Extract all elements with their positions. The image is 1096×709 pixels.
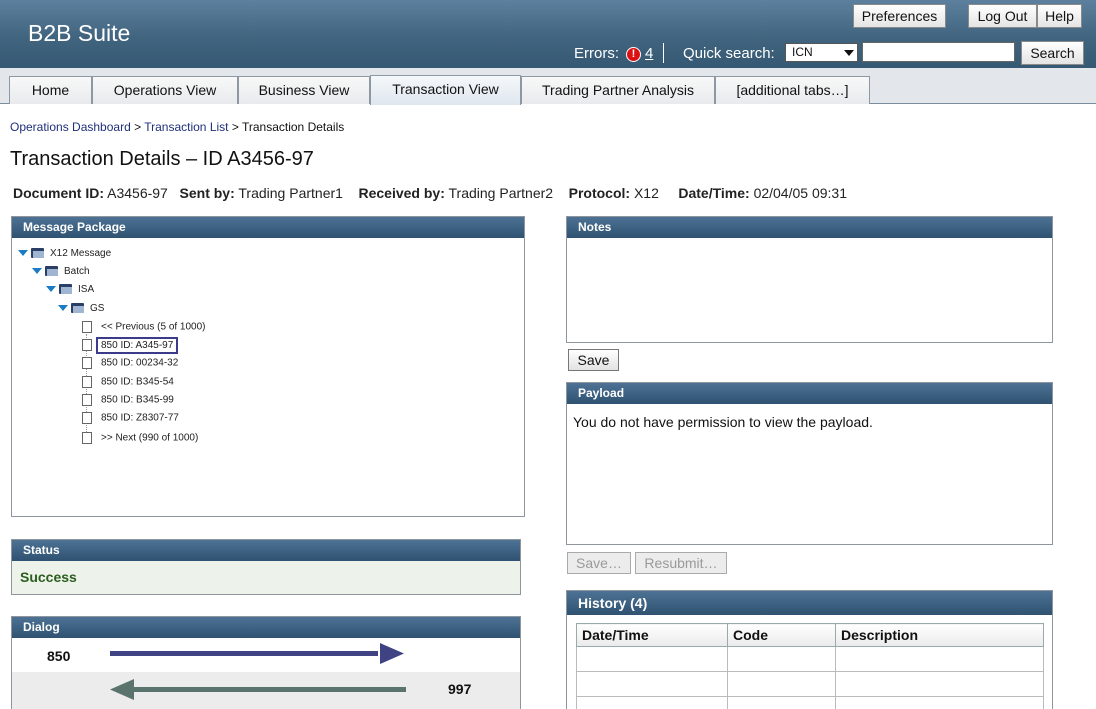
expand-triangle-icon[interactable] bbox=[32, 268, 42, 275]
tab-transaction-view[interactable]: Transaction View bbox=[370, 75, 521, 105]
help-button[interactable]: Help bbox=[1037, 4, 1082, 28]
app-title: B2B Suite bbox=[28, 20, 131, 46]
document-icon bbox=[82, 357, 92, 369]
transaction-meta: Document ID: A3456-97 Sent by: Trading P… bbox=[13, 185, 847, 201]
notes-title: Notes bbox=[567, 217, 1052, 238]
error-alert-icon: ! bbox=[626, 47, 641, 62]
quick-search-input[interactable] bbox=[862, 42, 1015, 62]
dialog-outgoing-label: 850 bbox=[47, 648, 71, 664]
quick-search-type-select[interactable]: ICN bbox=[785, 43, 858, 62]
tree-node-item[interactable]: 850 ID: A345-97 bbox=[82, 336, 179, 355]
status-title: Status bbox=[12, 540, 520, 561]
protocol-value: X12 bbox=[633, 185, 659, 201]
expand-triangle-icon[interactable] bbox=[18, 250, 28, 257]
breadcrumb: Operations Dashboard > Transaction List … bbox=[10, 120, 344, 134]
tree-node-next[interactable]: >> Next (990 of 1000) bbox=[82, 432, 198, 448]
breadcrumb-current: Transaction Details bbox=[241, 120, 345, 134]
tree-node-batch[interactable]: Batch bbox=[32, 266, 90, 282]
tab-additional[interactable]: [additional tabs…] bbox=[715, 76, 870, 104]
sent-by-value: Trading Partner1 bbox=[238, 185, 343, 201]
document-icon bbox=[82, 321, 92, 333]
dialog-arrows bbox=[110, 643, 406, 700]
document-icon bbox=[82, 412, 92, 424]
payload-panel: Payload You do not have permission to vi… bbox=[566, 382, 1053, 545]
arrow-left-icon bbox=[110, 679, 406, 700]
tree-node-item[interactable]: 850 ID: B345-99 bbox=[82, 394, 174, 410]
page-title: Transaction Details – ID A3456-97 bbox=[10, 148, 314, 170]
quick-search-type-value: ICN bbox=[792, 45, 813, 59]
header-divider bbox=[663, 43, 664, 63]
expand-triangle-icon[interactable] bbox=[58, 305, 68, 312]
tree-node-item[interactable]: 850 ID: B345-54 bbox=[82, 376, 174, 392]
document-icon bbox=[82, 339, 92, 351]
breadcrumb-transaction-list[interactable]: Transaction List bbox=[144, 120, 228, 134]
history-panel: History (4) Date/Time Code Description bbox=[566, 590, 1053, 709]
table-row bbox=[576, 696, 1044, 709]
dialog-incoming-label: 997 bbox=[448, 681, 472, 697]
main-tabs: Home Operations View Business View Trans… bbox=[0, 68, 1096, 105]
breadcrumb-separator: > bbox=[134, 120, 142, 134]
folder-icon bbox=[31, 248, 44, 259]
status-panel: Status Success bbox=[11, 539, 521, 595]
document-icon bbox=[82, 394, 92, 406]
tree-node-previous[interactable]: << Previous (5 of 1000) bbox=[82, 321, 206, 337]
document-icon bbox=[82, 376, 92, 388]
app-root: B2B Suite Preferences Log Out Help Error… bbox=[0, 0, 1096, 709]
history-col-description[interactable]: Description bbox=[835, 623, 1044, 647]
tab-home[interactable]: Home bbox=[9, 76, 92, 104]
payload-save-button[interactable]: Save… bbox=[567, 552, 631, 574]
protocol-label: Protocol: bbox=[568, 185, 631, 201]
folder-icon bbox=[59, 284, 72, 295]
tree-node-item[interactable]: 850 ID: 00234-32 bbox=[82, 357, 178, 373]
tab-business-view[interactable]: Business View bbox=[238, 76, 370, 104]
errors-count-link[interactable]: 4 bbox=[645, 45, 653, 62]
tab-operations-view[interactable]: Operations View bbox=[92, 76, 238, 104]
tree-node-item[interactable]: 850 ID: Z8307-77 bbox=[82, 412, 179, 428]
history-col-datetime[interactable]: Date/Time bbox=[576, 623, 728, 647]
status-value: Success bbox=[20, 569, 77, 585]
history-table: Date/Time Code Description bbox=[576, 623, 1044, 709]
datetime-value: 02/04/05 09:31 bbox=[753, 185, 847, 201]
table-row bbox=[576, 646, 1044, 672]
preferences-button[interactable]: Preferences bbox=[853, 4, 946, 28]
folder-icon bbox=[71, 303, 84, 314]
logout-button[interactable]: Log Out bbox=[968, 4, 1037, 28]
search-button[interactable]: Search bbox=[1021, 41, 1084, 65]
errors-label: Errors: bbox=[574, 45, 619, 62]
folder-icon bbox=[45, 266, 58, 277]
datetime-label: Date/Time: bbox=[678, 185, 750, 201]
tree-node-isa[interactable]: ISA bbox=[46, 284, 94, 300]
table-row bbox=[576, 671, 1044, 697]
quick-search-label: Quick search: bbox=[683, 45, 775, 62]
received-by-label: Received by: bbox=[358, 185, 445, 201]
payload-resubmit-button[interactable]: Resubmit… bbox=[635, 552, 727, 574]
document-icon bbox=[82, 432, 92, 444]
history-title: History (4) bbox=[567, 591, 1052, 615]
dialog-title: Dialog bbox=[12, 617, 520, 638]
app-header: B2B Suite Preferences Log Out Help Error… bbox=[0, 0, 1096, 68]
received-by-value: Trading Partner2 bbox=[448, 185, 554, 201]
payload-title: Payload bbox=[567, 383, 1052, 404]
tree-node-gs[interactable]: GS bbox=[58, 303, 104, 319]
document-id-label: Document ID: bbox=[13, 185, 104, 201]
notes-panel: Notes bbox=[566, 216, 1053, 343]
arrow-right-icon bbox=[110, 643, 404, 664]
message-package-title: Message Package bbox=[12, 217, 524, 238]
sent-by-label: Sent by: bbox=[179, 185, 235, 201]
tree-node-x12-message[interactable]: X12 Message bbox=[18, 248, 111, 264]
notes-save-button[interactable]: Save bbox=[568, 349, 619, 371]
expand-triangle-icon[interactable] bbox=[46, 286, 56, 293]
breadcrumb-operations-dashboard[interactable]: Operations Dashboard bbox=[10, 120, 131, 134]
breadcrumb-separator: > bbox=[231, 120, 239, 134]
chevron-down-icon bbox=[844, 50, 854, 56]
document-id-value: A3456-97 bbox=[107, 185, 168, 201]
history-header-row: Date/Time Code Description bbox=[576, 623, 1044, 647]
selected-item-label: 850 ID: A345-97 bbox=[96, 336, 179, 354]
notes-textarea[interactable] bbox=[567, 238, 1052, 342]
history-col-code[interactable]: Code bbox=[727, 623, 836, 647]
payload-message: You do not have permission to view the p… bbox=[573, 414, 873, 430]
tab-trading-partner-analysis[interactable]: Trading Partner Analysis bbox=[521, 76, 715, 104]
